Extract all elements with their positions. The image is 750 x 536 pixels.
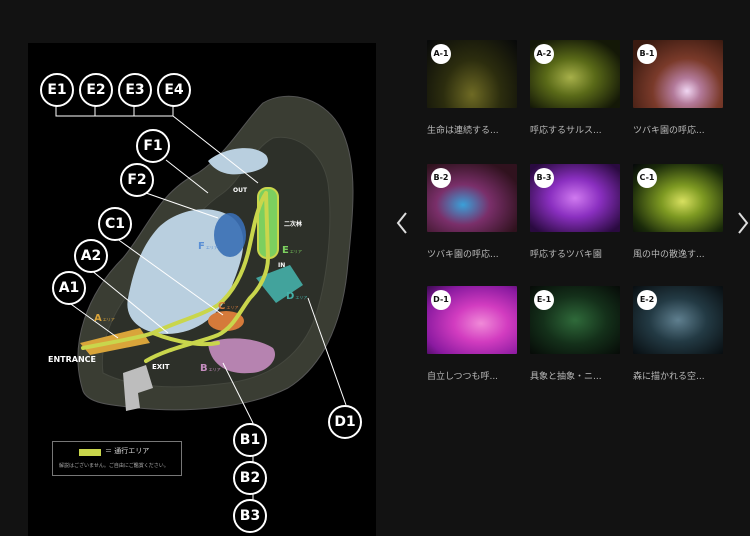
out-label: OUT (233, 187, 248, 194)
in-label: IN (278, 262, 286, 269)
gallery-card-b3[interactable]: B-3 呼応するツバキ園 (530, 164, 620, 260)
callout-e4[interactable]: E4 (157, 73, 191, 107)
artwork-caption: 生命は連続する... (427, 126, 499, 136)
artwork-badge: B-3 (534, 168, 554, 188)
thumbnail: D-1 (427, 286, 517, 354)
callout-b3[interactable]: B3 (233, 499, 267, 533)
chevron-left-icon (396, 212, 407, 234)
chevron-right-icon (738, 212, 749, 234)
thumbnail: C-1 (633, 164, 723, 232)
callout-a2[interactable]: A2 (74, 239, 108, 273)
artwork-caption: ツバキ園の呼応... (427, 250, 499, 260)
gallery-card-d1[interactable]: D-1 自立しつつも呼... (427, 286, 517, 382)
thumbnail: E-2 (633, 286, 723, 354)
artwork-caption: 呼応するツバキ園 (530, 250, 602, 260)
zone-f-area (214, 213, 246, 257)
artwork-badge: D-1 (431, 290, 451, 310)
callout-a1[interactable]: A1 (52, 271, 86, 305)
artwork-badge: C-1 (637, 168, 657, 188)
legend-note: 解説はございません。ご自由にご鑑賞ください。 (59, 463, 169, 469)
artwork-caption: 森に描かれる空... (633, 372, 705, 382)
callout-b2[interactable]: B2 (233, 461, 267, 495)
callout-e3[interactable]: E3 (118, 73, 152, 107)
forest-label: 二次林 (284, 221, 303, 228)
zone-f-label: Fエリア (198, 241, 218, 252)
legend-text: ＝ 通行エリア (105, 447, 150, 455)
callout-e2[interactable]: E2 (79, 73, 113, 107)
thumbnail: B-2 (427, 164, 517, 232)
artwork-badge: A-1 (431, 44, 451, 64)
legend-swatch (79, 449, 101, 456)
zone-d-label: Dエリア (286, 291, 308, 302)
map-legend: ＝ 通行エリア 解説はございません。ご自由にご鑑賞ください。 (52, 441, 182, 476)
artwork-caption: ツバキ園の呼応... (633, 126, 705, 136)
entrance-label: ENTRANCE (48, 355, 96, 364)
thumbnail: B-3 (530, 164, 620, 232)
callout-e1[interactable]: E1 (40, 73, 74, 107)
artwork-badge: E-1 (534, 290, 554, 310)
artwork-caption: 自立しつつも呼... (427, 372, 499, 382)
gallery-card-b2[interactable]: B-2 ツバキ園の呼応... (427, 164, 517, 260)
prev-arrow-button[interactable] (393, 210, 411, 236)
zone-c-label: Cエリア (218, 301, 239, 312)
artwork-caption: 風の中の散逸す... (633, 250, 705, 260)
gallery-card-c1[interactable]: C-1 風の中の散逸す... (633, 164, 723, 260)
thumbnail: B-1 (633, 40, 723, 108)
gallery-card-a1[interactable]: A-1 生命は連続する... (427, 40, 517, 136)
thumbnail: E-1 (530, 286, 620, 354)
callout-f2[interactable]: F2 (120, 163, 154, 197)
zone-b-label: Bエリア (200, 363, 221, 374)
next-arrow-button[interactable] (734, 210, 750, 236)
artwork-badge: B-2 (431, 168, 451, 188)
artwork-badge: E-2 (637, 290, 657, 310)
gallery-card-e1[interactable]: E-1 具象と抽象・ニ... (530, 286, 620, 382)
gallery-card-e2[interactable]: E-2 森に描かれる空... (633, 286, 723, 382)
artwork-badge: A-2 (534, 44, 554, 64)
artwork-caption: 呼応するサルス... (530, 126, 602, 136)
gallery-card-a2[interactable]: A-2 呼応するサルス... (530, 40, 620, 136)
callout-d1[interactable]: D1 (328, 405, 362, 439)
gallery-card-b1[interactable]: B-1 ツバキ園の呼応... (633, 40, 723, 136)
exit-label: EXIT (152, 363, 170, 371)
zone-e-label: Eエリア (282, 245, 302, 256)
callout-f1[interactable]: F1 (136, 129, 170, 163)
thumbnail: A-2 (530, 40, 620, 108)
thumbnail: A-1 (427, 40, 517, 108)
park-map: E1 E2 E3 E4 F1 F2 C1 A2 A1 D1 B1 B2 B3 A… (28, 43, 376, 536)
zone-a-label: Aエリア (94, 313, 115, 324)
artwork-caption: 具象と抽象・ニ... (530, 372, 602, 382)
artwork-badge: B-1 (637, 44, 657, 64)
callout-b1[interactable]: B1 (233, 423, 267, 457)
callout-c1[interactable]: C1 (98, 207, 132, 241)
